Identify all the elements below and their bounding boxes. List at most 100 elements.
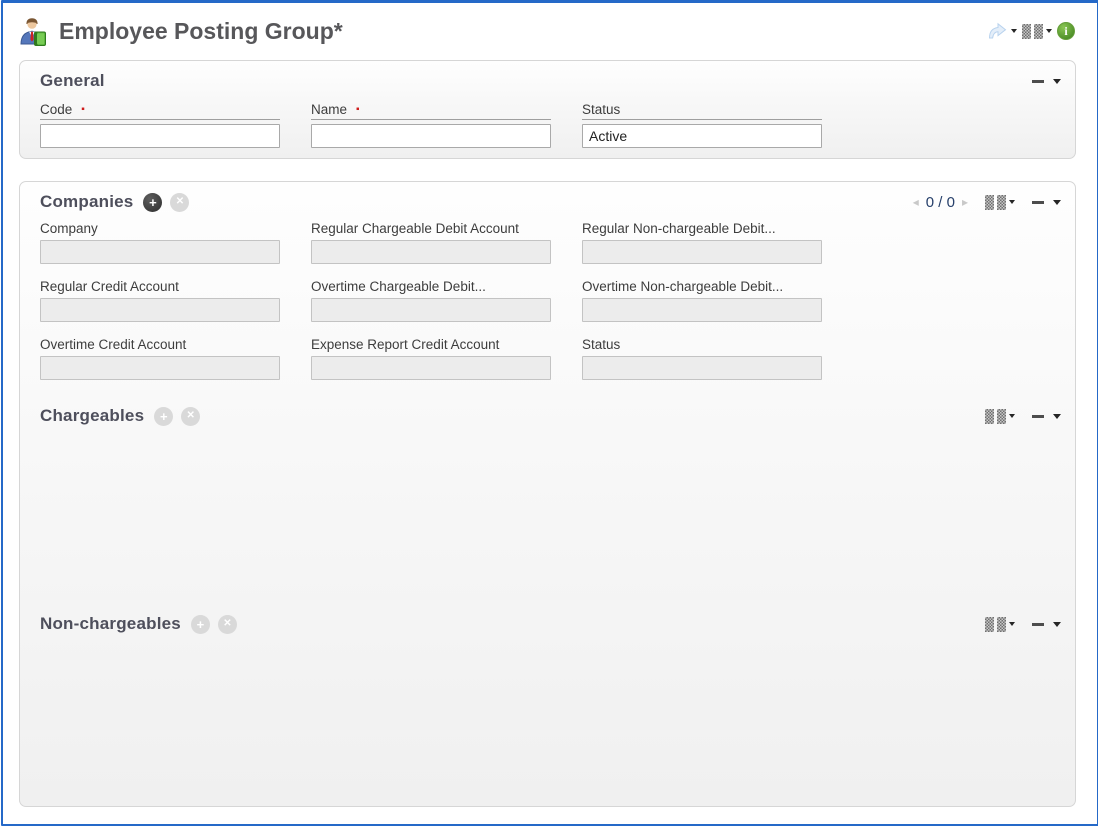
collapse-chevron-icon[interactable] (1053, 79, 1061, 84)
chargeables-controls (985, 409, 1061, 424)
pager-next-icon[interactable]: ▸ (962, 195, 968, 209)
field-label: Overtime Credit Account (40, 337, 186, 352)
field-label-row: Regular Chargeable Debit Account (311, 220, 551, 240)
companies-header: Companies + ✕ ◂ 0 / 0 ▸ (20, 182, 1075, 212)
subsection-title-non-chargeables: Non-chargeables (40, 614, 181, 634)
field-label-row: Name ▪ (311, 103, 551, 120)
overtime-chargeable-debit-account-input (311, 298, 551, 322)
regular-non-chargeable-debit-field: Regular Non-chargeable Debit... (582, 220, 822, 264)
actions-button[interactable] (987, 22, 1017, 40)
status-input[interactable] (582, 124, 822, 148)
field-label-row: Code ▪ (40, 103, 280, 120)
chevron-down-icon (1009, 622, 1015, 626)
chevron-down-icon (1009, 414, 1015, 418)
non-chargeables-column-chooser-button[interactable] (985, 617, 1015, 632)
add-company-button[interactable]: + (143, 193, 162, 212)
chargeables-column-chooser-button[interactable] (985, 409, 1015, 424)
subsection-title-chargeables: Chargeables (40, 406, 144, 426)
subsection-non-chargeables: Non-chargeables + ✕ (20, 612, 1075, 636)
general-controls (1032, 79, 1061, 84)
delete-chargeable-button[interactable]: ✕ (181, 407, 200, 426)
pager-count: 0 / 0 (926, 194, 955, 211)
status-field: Status (582, 103, 822, 148)
company-status-input (582, 356, 822, 380)
section-title-general: General (40, 71, 105, 91)
field-label: Regular Credit Account (40, 279, 179, 294)
field-label: Overtime Non-chargeable Debit... (582, 279, 783, 294)
page-header: Employee Posting Group* i (3, 3, 1097, 53)
overtime-non-chargeable-debit-field: Overtime Non-chargeable Debit... (582, 278, 822, 322)
header-toolbar: i (987, 22, 1075, 40)
company-input (40, 240, 280, 264)
curved-arrow-icon (987, 22, 1008, 40)
overtime-credit-field: Overtime Credit Account (40, 336, 280, 380)
non-chargeables-controls (985, 617, 1061, 632)
field-label-row: Status (582, 336, 822, 356)
regular-chargeable-debit-field: Regular Chargeable Debit Account (311, 220, 551, 264)
field-label-row: Company (40, 220, 280, 240)
code-input[interactable] (40, 124, 280, 148)
employee-group-icon (17, 15, 47, 47)
chevron-down-icon (1009, 200, 1015, 204)
section-title-companies: Companies (40, 192, 133, 212)
overtime-non-chargeable-debit-account-input (582, 298, 822, 322)
collapse-minus-icon[interactable] (1032, 201, 1044, 204)
collapse-minus-icon[interactable] (1032, 415, 1044, 418)
regular-chargeable-debit-account-input (311, 240, 551, 264)
expense-report-credit-field: Expense Report Credit Account (311, 336, 551, 380)
pager-prev-icon[interactable]: ◂ (913, 195, 919, 209)
field-label-row: Overtime Non-chargeable Debit... (582, 278, 822, 298)
column-chooser-button[interactable] (1022, 24, 1052, 39)
x-icon: ✕ (223, 619, 231, 629)
page-title: Employee Posting Group* (59, 18, 343, 45)
field-label-row: Expense Report Credit Account (311, 336, 551, 356)
x-icon: ✕ (187, 411, 195, 421)
chargeables-empty-area (20, 428, 1075, 612)
field-label-row: Overtime Chargeable Debit... (311, 278, 551, 298)
info-icon[interactable]: i (1057, 22, 1075, 40)
add-chargeable-button[interactable]: + (154, 407, 173, 426)
collapse-chevron-icon[interactable] (1053, 414, 1061, 419)
pager: ◂ 0 / 0 ▸ (913, 194, 968, 211)
collapse-minus-icon[interactable] (1032, 623, 1044, 626)
page: Employee Posting Group* i General (1, 0, 1098, 826)
section-companies: Companies + ✕ ◂ 0 / 0 ▸ Company (19, 181, 1076, 807)
field-label-row: Regular Credit Account (40, 278, 280, 298)
companies-controls: ◂ 0 / 0 ▸ (913, 194, 1061, 211)
columns-icon (985, 617, 1006, 632)
field-label: Overtime Chargeable Debit... (311, 279, 486, 294)
expense-report-credit-account-input (311, 356, 551, 380)
collapse-chevron-icon[interactable] (1053, 622, 1061, 627)
chevron-down-icon (1046, 29, 1052, 33)
delete-non-chargeable-button[interactable]: ✕ (218, 615, 237, 634)
field-label-row: Regular Non-chargeable Debit... (582, 220, 822, 240)
field-label: Regular Non-chargeable Debit... (582, 221, 776, 236)
required-marker: ▪ (81, 105, 85, 115)
columns-icon (1022, 24, 1043, 39)
company-status-field: Status (582, 336, 822, 380)
field-label-row: Status (582, 103, 822, 120)
delete-company-button[interactable]: ✕ (170, 193, 189, 212)
overtime-chargeable-debit-field: Overtime Chargeable Debit... (311, 278, 551, 322)
columns-icon (985, 409, 1006, 424)
regular-non-chargeable-debit-account-input (582, 240, 822, 264)
field-label: Status (582, 337, 620, 352)
regular-credit-account-input (40, 298, 280, 322)
columns-icon (985, 195, 1006, 210)
required-marker: ▪ (356, 105, 360, 115)
field-label: Regular Chargeable Debit Account (311, 221, 519, 236)
section-general: General Code ▪ Name ▪ (19, 60, 1076, 159)
field-label: Name (311, 102, 347, 117)
collapse-chevron-icon[interactable] (1053, 200, 1061, 205)
field-label: Company (40, 221, 98, 236)
field-label: Status (582, 102, 620, 117)
add-non-chargeable-button[interactable]: + (191, 615, 210, 634)
name-input[interactable] (311, 124, 551, 148)
companies-fields: Company Regular Chargeable Debit Account… (40, 220, 1075, 380)
collapse-minus-icon[interactable] (1032, 80, 1044, 83)
companies-column-chooser-button[interactable] (985, 195, 1015, 210)
field-label: Expense Report Credit Account (311, 337, 499, 352)
subsection-chargeables: Chargeables + ✕ (20, 404, 1075, 428)
chevron-down-icon (1011, 29, 1017, 33)
x-icon: ✕ (176, 197, 184, 207)
